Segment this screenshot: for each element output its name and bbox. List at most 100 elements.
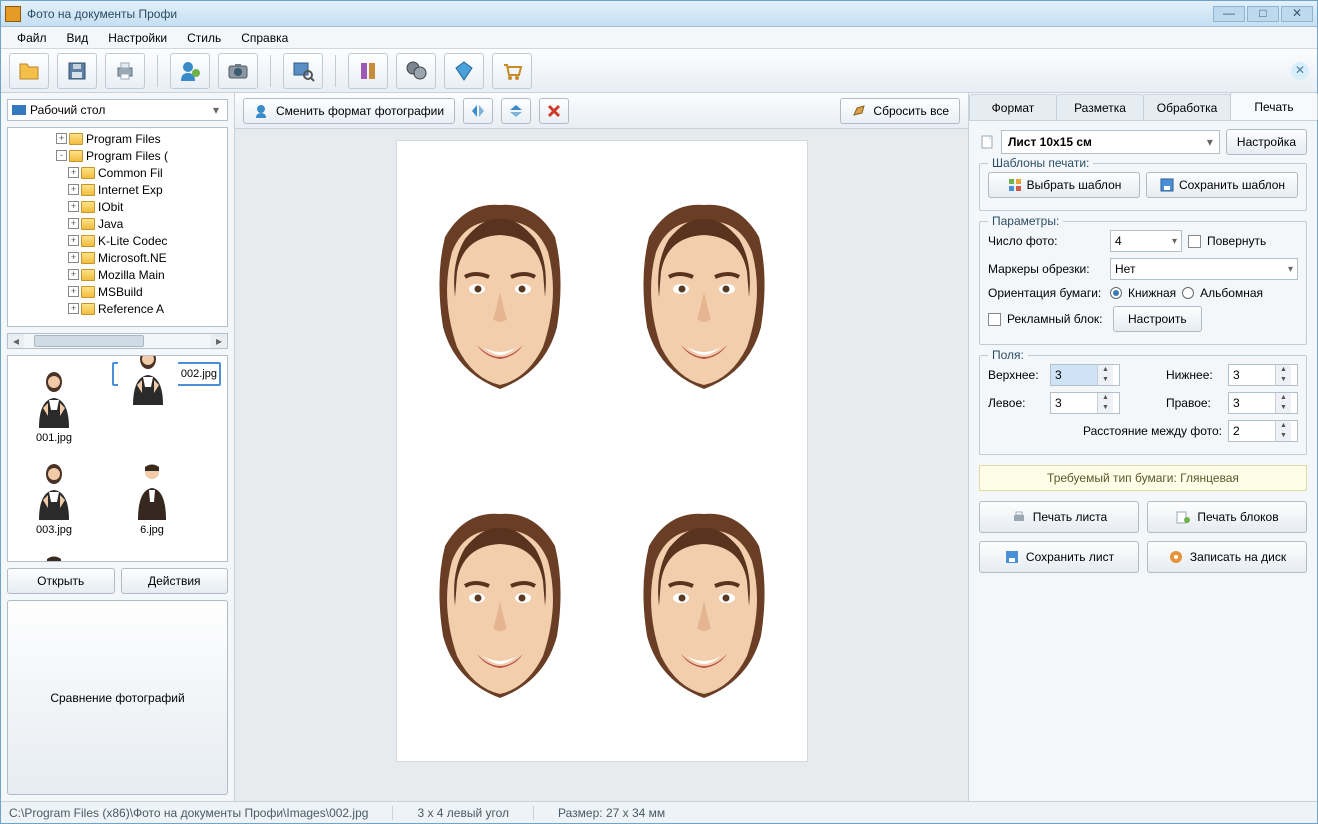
photo-slot [407, 151, 593, 442]
main-toolbar: ✕ [1, 49, 1317, 93]
orient-landscape-radio[interactable] [1182, 287, 1194, 299]
main-window: Фото на документы Профи — □ ✕ Файл Вид Н… [0, 0, 1318, 824]
photo-gap-input[interactable]: ▲▼ [1228, 420, 1298, 442]
change-format-button[interactable]: Сменить формат фотографии [243, 98, 455, 124]
count-select[interactable]: 4▾ [1110, 230, 1182, 252]
scroll-left-icon[interactable]: ◂ [8, 334, 24, 348]
compare-button[interactable]: Сравнение фотографий [7, 600, 228, 795]
save-template-button[interactable]: Сохранить шаблон [1146, 172, 1298, 198]
burn-disk-button[interactable]: Записать на диск [1147, 541, 1307, 573]
menu-style[interactable]: Стиль [179, 29, 229, 47]
title-bar: Фото на документы Профи — □ ✕ [1, 1, 1317, 27]
tree-item[interactable]: +Mozilla Main [8, 266, 227, 283]
film-button[interactable] [396, 53, 436, 89]
margin-left-input[interactable]: ▲▼ [1050, 392, 1120, 414]
adblock-checkbox[interactable] [988, 313, 1001, 326]
menu-view[interactable]: Вид [59, 29, 97, 47]
tab-markup[interactable]: Разметка [1056, 94, 1144, 120]
print-button[interactable] [105, 53, 145, 89]
sheet-canvas [235, 129, 968, 801]
photo-slot [611, 460, 797, 751]
diamond-button[interactable] [444, 53, 484, 89]
center-panel: Сменить формат фотографии Сбросить все [235, 93, 969, 801]
thumbnail-item[interactable]: 6.jpg [112, 454, 192, 536]
drive-select[interactable]: Рабочий стол ▾ [7, 99, 228, 121]
tree-item[interactable]: +MSBuild [8, 283, 227, 300]
sheet-size-select[interactable]: Лист 10х15 см ▾ [1001, 130, 1220, 154]
thumbnail-list: 001.jpg 002.jpg 003.jpg6.jpg 9.jpg [7, 355, 228, 562]
camera-button[interactable] [218, 53, 258, 89]
margins-group: Поля: Верхнее: ▲▼ Нижнее: ▲▼ Левое: ▲▼ П… [979, 355, 1307, 455]
print-sheet-button[interactable]: Печать листа [979, 501, 1139, 533]
thumbnail-item[interactable]: 003.jpg [14, 454, 94, 536]
chevron-down-icon: ▾ [209, 103, 223, 117]
choose-template-button[interactable]: Выбрать шаблон [988, 172, 1140, 198]
person-button[interactable] [170, 53, 210, 89]
menu-file[interactable]: Файл [9, 29, 55, 47]
scroll-right-icon[interactable]: ▸ [211, 334, 227, 348]
tab-print[interactable]: Печать [1230, 92, 1318, 120]
close-button[interactable]: ✕ [1281, 6, 1313, 22]
tree-item[interactable]: +Program Files [8, 130, 227, 147]
thumbnail-item[interactable]: 001.jpg [14, 362, 94, 444]
tree-item[interactable]: +Microsoft.NE [8, 249, 227, 266]
tree-item[interactable]: +Internet Exp [8, 181, 227, 198]
paper-type-note: Требуемый тип бумаги: Глянцевая [979, 465, 1307, 491]
templates-group: Шаблоны печати: Выбрать шаблон Сохранить… [979, 163, 1307, 211]
collapse-toolbar-button[interactable]: ✕ [1291, 62, 1309, 80]
actions-button[interactable]: Действия [121, 568, 229, 594]
crop-markers-select[interactable]: Нет▾ [1110, 258, 1298, 280]
maximize-button[interactable]: □ [1247, 6, 1279, 22]
sheet-settings-button[interactable]: Настройка [1226, 129, 1307, 155]
tree-item[interactable]: +Java [8, 215, 227, 232]
tree-item[interactable]: +Common Fil [8, 164, 227, 181]
menu-bar: Файл Вид Настройки Стиль Справка [1, 27, 1317, 49]
right-tabs: Формат Разметка Обработка Печать [969, 93, 1317, 121]
status-corner: 3 x 4 левый угол [417, 806, 534, 820]
open-button[interactable]: Открыть [7, 568, 115, 594]
delete-button[interactable] [539, 98, 569, 124]
scroll-thumb[interactable] [34, 335, 144, 347]
tab-format[interactable]: Формат [969, 94, 1057, 120]
canvas-toolbar: Сменить формат фотографии Сбросить все [235, 93, 968, 129]
photo-slot [407, 460, 593, 751]
reset-all-button[interactable]: Сбросить все [840, 98, 960, 124]
cart-button[interactable] [492, 53, 532, 89]
status-size: Размер: 27 x 34 мм [558, 806, 665, 820]
adblock-configure-button[interactable]: Настроить [1113, 306, 1202, 332]
chevron-down-icon: ▾ [1207, 135, 1213, 149]
right-panel: Формат Разметка Обработка Печать Лист 10… [969, 93, 1317, 801]
save-sheet-button[interactable]: Сохранить лист [979, 541, 1139, 573]
tree-hscrollbar[interactable]: ◂ ▸ [7, 333, 228, 349]
tree-item[interactable]: -Program Files ( [8, 147, 227, 164]
minimize-button[interactable]: — [1213, 6, 1245, 22]
left-panel: Рабочий стол ▾ +Program Files-Program Fi… [1, 93, 235, 801]
orient-portrait-radio[interactable] [1110, 287, 1122, 299]
app-icon [5, 6, 21, 22]
tab-processing[interactable]: Обработка [1143, 94, 1231, 120]
tree-item[interactable]: +K-Lite Codec [8, 232, 227, 249]
frame-search-button[interactable] [283, 53, 323, 89]
tree-item[interactable]: +IObit [8, 198, 227, 215]
open-folder-button[interactable] [9, 53, 49, 89]
margin-bottom-input[interactable]: ▲▼ [1228, 364, 1298, 386]
window-title: Фото на документы Профи [27, 7, 1213, 21]
flip-horizontal-button[interactable] [463, 98, 493, 124]
flip-vertical-button[interactable] [501, 98, 531, 124]
margin-right-input[interactable]: ▲▼ [1228, 392, 1298, 414]
margin-top-input[interactable]: ▲▼ [1050, 364, 1120, 386]
status-bar: C:\Program Files (x86)\Фото на документы… [1, 801, 1317, 823]
photo-slot [611, 151, 797, 442]
save-button[interactable] [57, 53, 97, 89]
thumbnail-item[interactable]: 9.jpg [14, 546, 94, 562]
tree-item[interactable]: +Reference A [8, 300, 227, 317]
book-button[interactable] [348, 53, 388, 89]
folder-tree[interactable]: +Program Files-Program Files (+Common Fi… [7, 127, 228, 327]
print-blocks-button[interactable]: Печать блоков [1147, 501, 1307, 533]
page-icon [979, 134, 995, 150]
rotate-checkbox[interactable] [1188, 235, 1201, 248]
menu-settings[interactable]: Настройки [100, 29, 175, 47]
menu-help[interactable]: Справка [233, 29, 296, 47]
thumbnail-item[interactable]: 002.jpg [112, 362, 221, 386]
params-group: Параметры: Число фото: 4▾ Повернуть Марк… [979, 221, 1307, 345]
